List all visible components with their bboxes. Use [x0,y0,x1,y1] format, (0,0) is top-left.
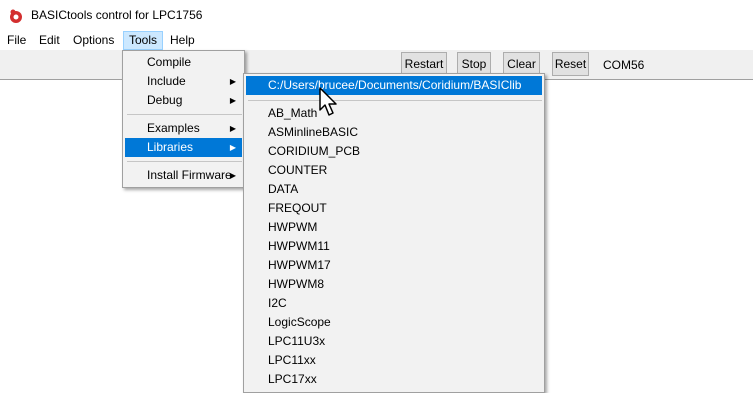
menu-item-label: Compile [147,55,192,69]
menu-separator [248,100,542,101]
menu-item-label: Debug [147,93,183,107]
library-item[interactable]: AB_Math [246,104,542,123]
menu-file[interactable]: File [2,31,31,50]
library-path-label: C:/Users/brucee/Documents/Coridium/BASIC… [268,78,522,92]
library-item[interactable]: LogicScope [246,313,542,332]
chevron-right-icon: ▶ [229,96,236,105]
menu-edit[interactable]: Edit [34,31,65,50]
reset-button[interactable]: Reset [552,52,589,76]
library-item[interactable]: HWPWM8 [246,275,542,294]
menu-item-debug[interactable]: Debug ▶ [125,91,242,110]
library-item[interactable]: HWPWM17 [246,256,542,275]
com-port-label: COM56 [603,58,645,72]
library-item[interactable]: DATA [246,180,542,199]
chevron-right-icon: ▶ [229,124,236,133]
menu-item-include[interactable]: Include ▶ [125,72,242,91]
library-item[interactable]: HWPWM [246,218,542,237]
menu-tools[interactable]: Tools [123,31,164,50]
menu-item-libraries[interactable]: Libraries ▶ [125,138,242,157]
menu-bar: File Edit Options Tools Help [0,31,753,50]
chevron-right-icon: ▶ [229,143,236,152]
coridium-logo-icon [10,9,22,23]
menu-item-label: Include [147,74,186,88]
library-item[interactable]: COUNTER [246,161,542,180]
menu-separator [127,114,242,115]
menu-options[interactable]: Options [68,31,119,50]
menu-item-label: Libraries [147,140,194,154]
menu-item-install-firmware[interactable]: Install Firmware ▶ [125,166,242,185]
library-item[interactable]: FREQOUT [246,199,542,218]
chevron-right-icon: ▶ [229,171,236,180]
mouse-pointer-icon [319,87,337,116]
chevron-right-icon: ▶ [229,77,236,86]
library-item[interactable]: I2C [246,294,542,313]
menu-item-label: Install Firmware [147,168,232,182]
library-item[interactable]: ASMinlineBASIC [246,123,542,142]
menu-help[interactable]: Help [165,31,200,50]
title-bar: BASICtools control for LPC1756 [0,0,753,31]
library-path-item[interactable]: C:/Users/brucee/Documents/Coridium/BASIC… [246,76,542,95]
library-item[interactable]: CORIDIUM_PCB [246,142,542,161]
window-title: BASICtools control for LPC1756 [31,8,203,22]
libraries-menu: C:/Users/brucee/Documents/Coridium/BASIC… [243,73,545,393]
library-item[interactable]: LPC17xx [246,370,542,389]
library-item[interactable]: HWPWM11 [246,237,542,256]
menu-separator [127,161,242,162]
tools-menu: Compile Include ▶ Debug ▶ Examples ▶ Lib… [122,50,245,188]
menu-item-examples[interactable]: Examples ▶ [125,119,242,138]
menu-item-label: Examples [147,121,200,135]
menu-item-compile[interactable]: Compile [125,53,242,72]
library-item[interactable]: LPC11U3x [246,332,542,351]
library-item[interactable]: LPC11xx [246,351,542,370]
